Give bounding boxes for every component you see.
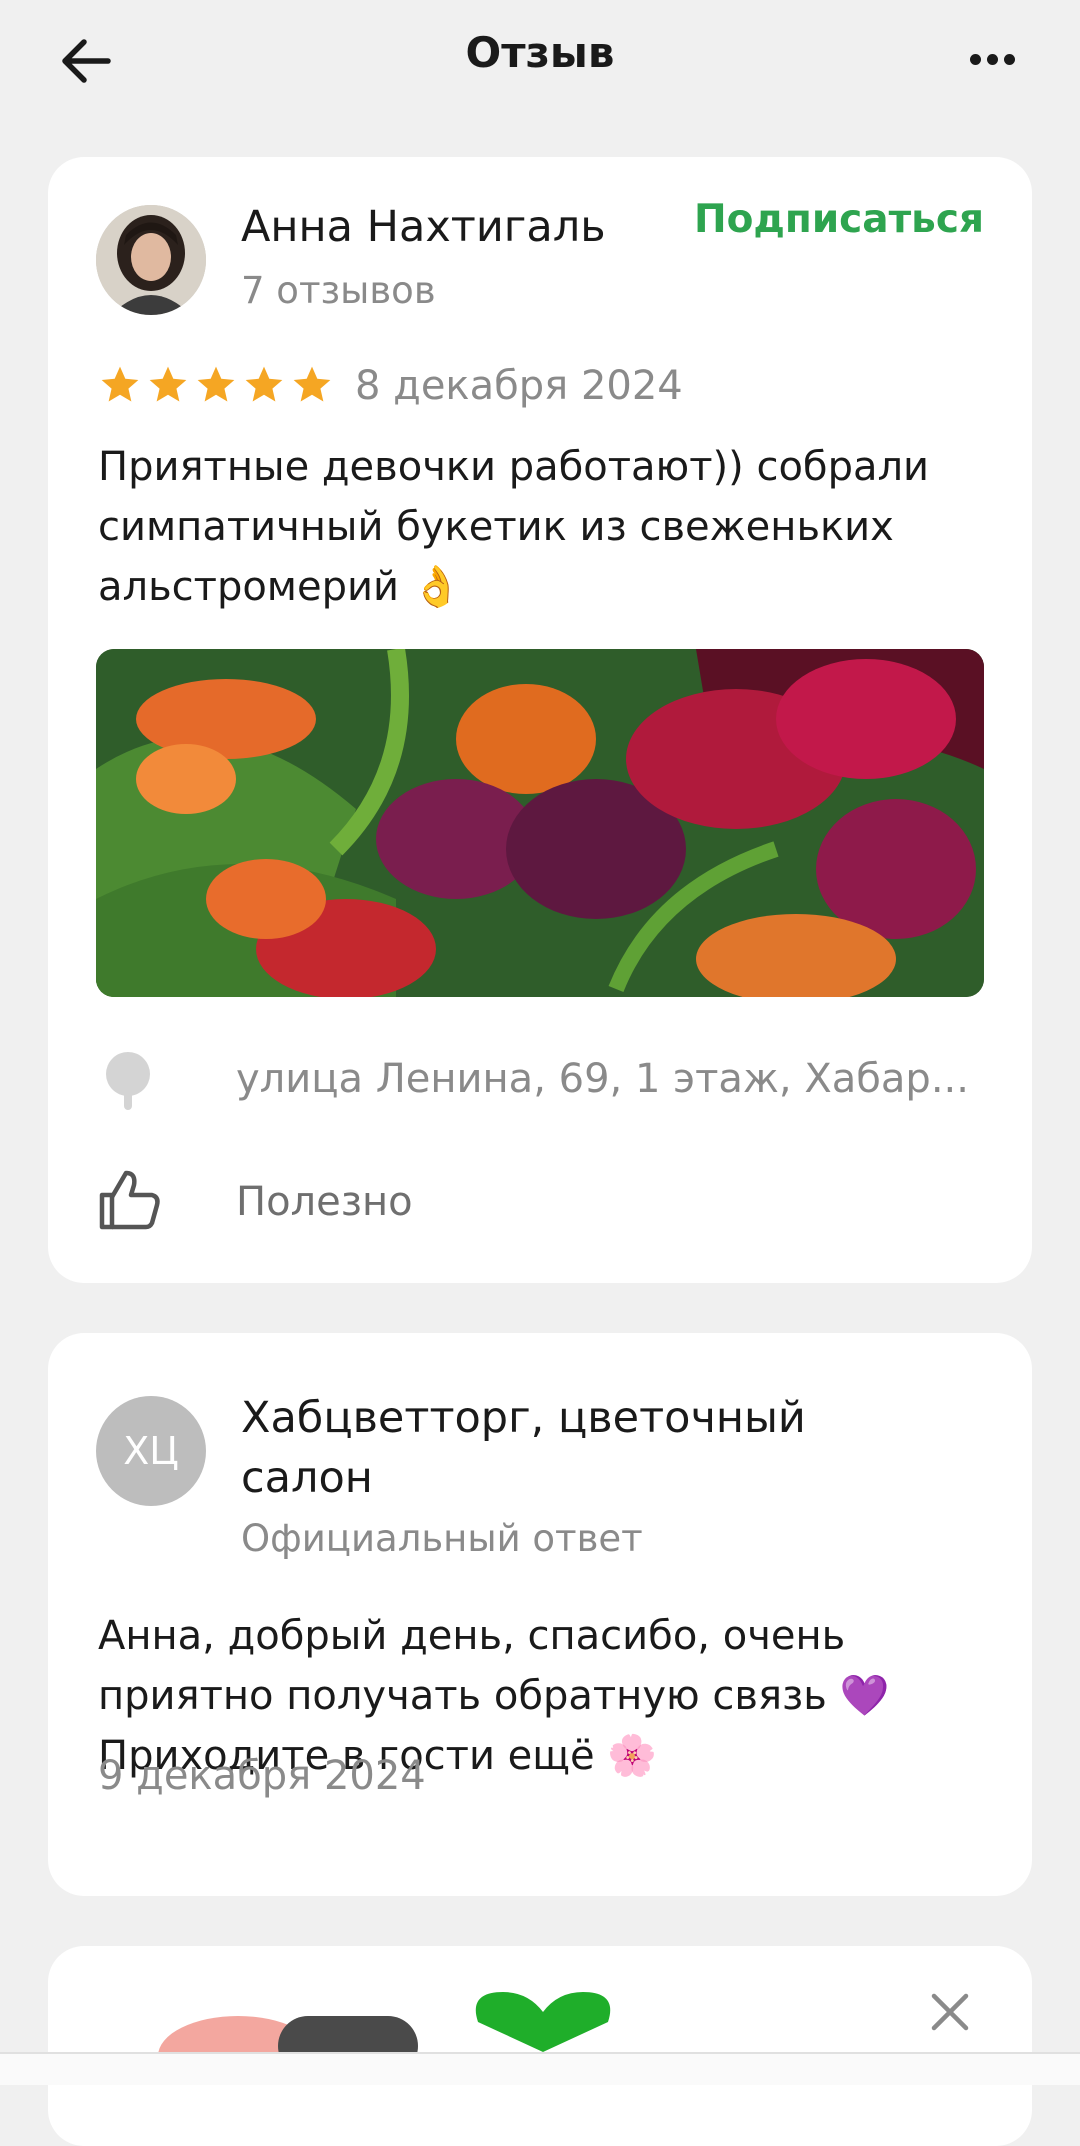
useful-button[interactable]: Полезно	[96, 1167, 496, 1237]
star-icon	[245, 366, 283, 402]
more-dots-icon	[970, 54, 981, 65]
thumbs-up-icon	[99, 1170, 160, 1230]
rating-stars	[98, 363, 338, 407]
review-text: Приятные девочки работают)) собрали симп…	[98, 444, 930, 610]
top-app-bar: Отзыв	[0, 0, 1080, 120]
star-icon	[101, 366, 139, 402]
address-row[interactable]: улица Ленина, 69, 1 этаж, Хабар...	[96, 1050, 984, 1110]
org-avatar[interactable]: ХЦ	[96, 1396, 206, 1506]
official-reply-card: ХЦ Хабцветторг, цветочный салон Официаль…	[48, 1333, 1032, 1896]
review-card: Анна Нахтигаль 7 отзывов Подписаться 8 д…	[48, 157, 1032, 1283]
green-heart-icon	[475, 1992, 611, 2052]
review-date: 8 декабря 2024	[355, 363, 683, 409]
subscribe-button[interactable]: Подписаться	[694, 197, 984, 242]
useful-label: Полезно	[236, 1179, 413, 1225]
address-text: улица Ленина, 69, 1 этаж, Хабар...	[236, 1056, 969, 1102]
star-icon	[149, 366, 187, 402]
page-title: Отзыв	[465, 28, 615, 77]
more-dot	[987, 54, 998, 65]
reply-date: 9 декабря 2024	[98, 1753, 426, 1799]
avatar[interactable]	[96, 205, 206, 315]
close-button[interactable]	[928, 1990, 972, 2034]
bottom-bar	[0, 2052, 1080, 2085]
author-name[interactable]: Анна Нахтигаль	[241, 202, 606, 252]
more-dot	[1004, 54, 1015, 65]
close-icon	[931, 1993, 969, 2031]
more-options-button[interactable]	[970, 50, 1024, 70]
promo-illustration	[158, 2016, 418, 2056]
star-icon	[293, 366, 331, 402]
promo-card	[48, 1946, 1032, 2146]
reply-subtitle: Официальный ответ	[241, 1517, 643, 1560]
bouquet-photo	[96, 649, 984, 997]
avatar-photo	[96, 205, 206, 315]
org-name[interactable]: Хабцветторг, цветочный салон	[241, 1388, 941, 1508]
star-icon	[197, 366, 235, 402]
map-pin-icon	[106, 1052, 150, 1110]
review-photo[interactable]	[96, 649, 984, 997]
author-review-count: 7 отзывов	[241, 269, 436, 312]
